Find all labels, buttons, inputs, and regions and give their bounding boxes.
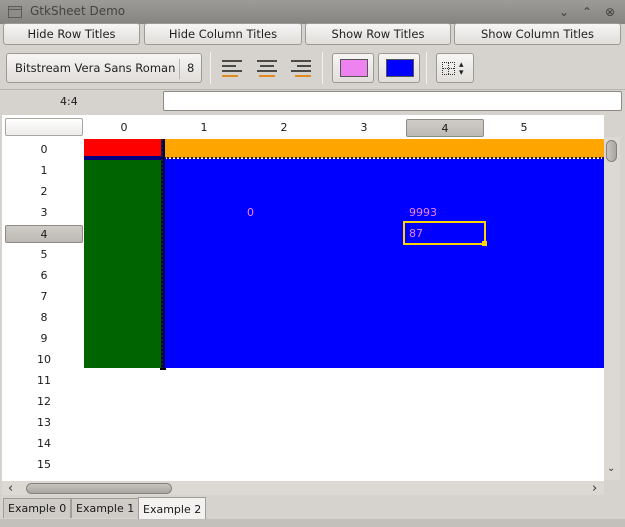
app-icon	[8, 6, 22, 18]
column-border	[161, 139, 165, 369]
show-row-titles-button[interactable]: Show Row Titles	[305, 23, 451, 45]
column-title[interactable]: 2	[244, 119, 324, 137]
scroll-down-icon[interactable]: ⌄	[607, 463, 615, 474]
horizontal-scroll-thumb[interactable]	[26, 483, 172, 494]
font-size-label: 8	[187, 61, 195, 75]
tab-example-0[interactable]: Example 0	[3, 498, 72, 518]
toolbar-separator	[426, 52, 427, 84]
vertical-scroll-thumb[interactable]	[606, 140, 617, 162]
row-title[interactable]: 0	[5, 141, 83, 159]
row-title[interactable]: 3	[5, 204, 83, 222]
scroll-left-icon[interactable]: ‹	[8, 481, 13, 496]
minimize-button[interactable]: ⌄	[554, 2, 574, 22]
active-cell-border[interactable]	[403, 221, 486, 245]
spinner-arrows-icon: ▴ ▾	[459, 60, 464, 78]
vertical-scrollbar[interactable]	[604, 137, 620, 480]
row-title[interactable]: 2	[5, 183, 83, 201]
orange-range[interactable]	[164, 139, 604, 158]
row-title[interactable]: 9	[5, 330, 83, 348]
row-title[interactable]: 5	[5, 246, 83, 264]
window-title: GtkSheet Demo	[30, 4, 126, 18]
row-title[interactable]: 1	[5, 162, 83, 180]
cell-location-label: 4:4	[60, 95, 78, 108]
blue-range[interactable]	[164, 159, 604, 368]
show-column-titles-button[interactable]: Show Column Titles	[454, 23, 621, 45]
fill-handle[interactable]	[482, 241, 487, 246]
status-bar	[0, 519, 625, 527]
column-title[interactable]: 5	[484, 119, 564, 137]
row-title[interactable]: 15	[5, 456, 83, 474]
row-title[interactable]: 10	[5, 351, 83, 369]
row-title[interactable]: 13	[5, 414, 83, 432]
font-button[interactable]: Bitstream Vera Sans Roman 8	[6, 53, 202, 83]
background-color-button[interactable]	[378, 53, 420, 83]
tab-example-2[interactable]: Example 2	[138, 497, 207, 521]
toolbar-separator	[210, 52, 211, 84]
sheet-corner-button[interactable]	[5, 118, 83, 136]
row-title[interactable]: 7	[5, 288, 83, 306]
column-title[interactable]: 1	[164, 119, 244, 137]
close-button[interactable]: ⊗	[600, 2, 620, 22]
column-title[interactable]: 3	[324, 119, 404, 137]
cell-text[interactable]: 9993	[409, 206, 437, 219]
toolbar-separator	[322, 52, 323, 84]
align-right-icon[interactable]	[290, 58, 312, 80]
row-title[interactable]: 12	[5, 393, 83, 411]
row-title[interactable]: 4	[5, 225, 83, 243]
scroll-right-icon[interactable]: ›	[592, 481, 597, 496]
cell-text[interactable]: 0	[247, 206, 254, 219]
font-name-label: Bitstream Vera Sans Roman	[15, 61, 176, 75]
title-bar: GtkSheet Demo ⌄ ⌃ ⊗	[0, 0, 625, 24]
hide-row-titles-button[interactable]: Hide Row Titles	[3, 23, 140, 45]
green-range[interactable]	[84, 160, 163, 368]
foreground-color-button[interactable]	[332, 53, 374, 83]
cell-entry-field[interactable]	[163, 91, 622, 111]
row-title[interactable]: 11	[5, 372, 83, 390]
row-title[interactable]: 14	[5, 435, 83, 453]
row-title[interactable]: 8	[5, 309, 83, 327]
maximize-button[interactable]: ⌃	[577, 2, 597, 22]
red-range[interactable]	[84, 139, 164, 156]
foreground-color-swatch	[340, 59, 368, 77]
tab-example-1[interactable]: Example 1	[71, 498, 140, 518]
border-grid-icon	[442, 62, 455, 75]
align-center-icon[interactable]	[256, 58, 278, 80]
background-color-swatch	[386, 59, 414, 77]
align-left-icon[interactable]	[221, 58, 243, 80]
border-handle	[160, 368, 166, 370]
hide-column-titles-button[interactable]: Hide Column Titles	[144, 23, 302, 45]
border-menu-button[interactable]: ▴ ▾	[436, 53, 474, 83]
font-button-separator	[179, 59, 180, 79]
column-title[interactable]: 0	[84, 119, 164, 137]
row-title[interactable]: 6	[5, 267, 83, 285]
column-title[interactable]: 4	[406, 119, 484, 137]
